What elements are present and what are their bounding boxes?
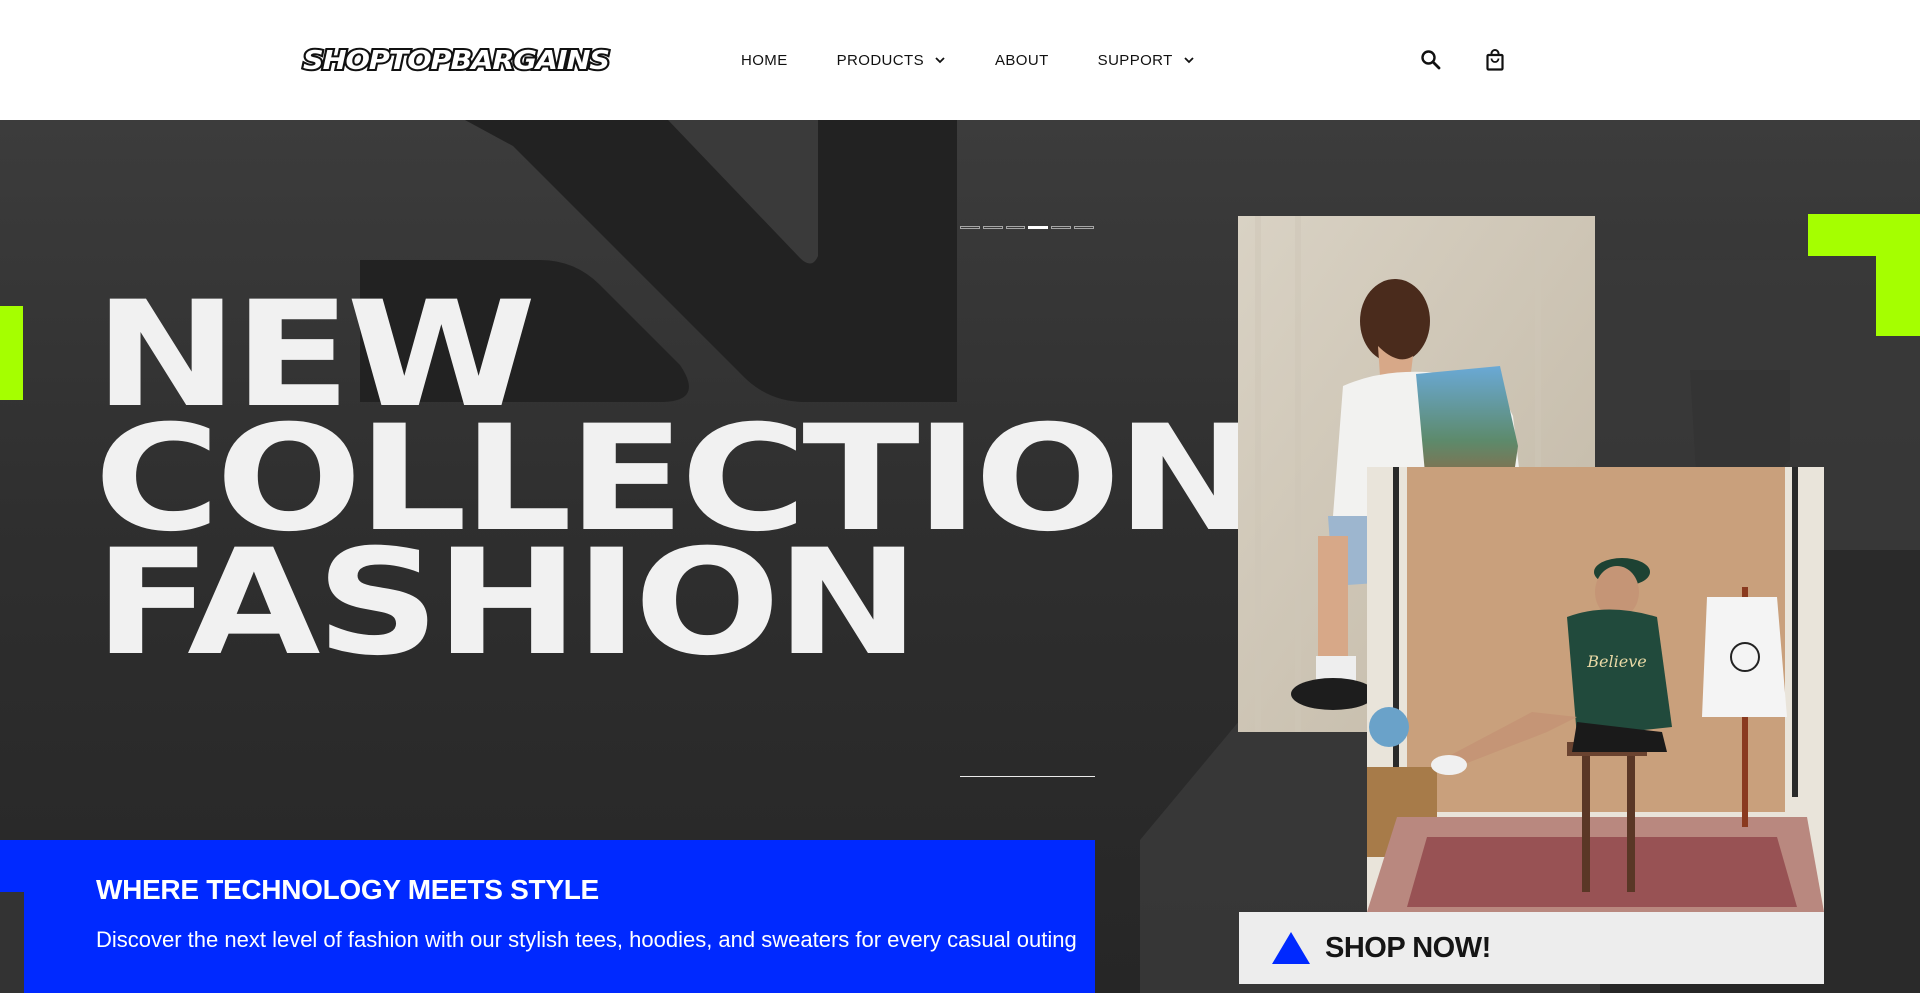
site-header: SHOPTOPBARGAINS HOME PRODUCTS ABOUT SUPP… [0,0,1920,120]
search-icon [1421,50,1441,70]
banner-edge-decoration [0,892,24,993]
tagline-banner: WHERE TECHNOLOGY MEETS STYLE Discover th… [0,840,1095,993]
nav-support-label: SUPPORT [1097,51,1173,69]
logo-text: SHOPTOPBARGAINS [303,46,609,74]
nav-support[interactable]: SUPPORT [1098,52,1195,69]
slide-dot-active[interactable] [1028,226,1049,229]
nav-products-label: PRODUCTS [836,51,924,69]
slide-dot[interactable] [960,226,980,229]
banner-description: Discover the next level of fashion with … [96,927,1077,952]
model-stool-green-tee-photo: Believe [1367,467,1824,912]
slide-dot[interactable] [1005,226,1026,229]
search-button[interactable] [1419,48,1443,72]
chevron-down-icon [1184,57,1194,64]
cart-button[interactable] [1483,48,1507,72]
lime-accent-left [0,306,23,400]
slide-indicator [960,226,1094,230]
nav-about[interactable]: ABOUT [995,52,1049,69]
main-nav: HOME PRODUCTS ABOUT SUPPORT [741,0,1244,120]
shop-now-label: SHOP NOW! [1325,931,1491,964]
nav-home[interactable]: HOME [741,52,788,69]
hero-section: NEW COLLECTION FASHION Believe WHERE TEC… [0,120,1920,993]
hero-headline: NEW COLLECTION FASHION [94,282,1260,676]
nav-about-label: ABOUT [994,51,1049,69]
svg-text:Believe: Believe [1586,652,1646,671]
shopping-bag-icon [1486,49,1504,71]
slide-dot[interactable] [1051,226,1072,229]
triangle-icon [1272,932,1310,964]
nav-home-label: HOME [741,51,788,69]
lime-accent-corner [1808,214,1920,336]
nav-products[interactable]: PRODUCTS [837,52,946,69]
slide-dot[interactable] [1074,226,1094,229]
divider-line [960,776,1095,777]
chevron-down-icon [935,57,945,64]
banner-title: WHERE TECHNOLOGY MEETS STYLE [96,874,599,905]
shop-now-button[interactable]: SHOP NOW! [1239,912,1824,984]
slide-dot[interactable] [982,226,1003,229]
site-logo[interactable]: SHOPTOPBARGAINS [298,46,614,74]
